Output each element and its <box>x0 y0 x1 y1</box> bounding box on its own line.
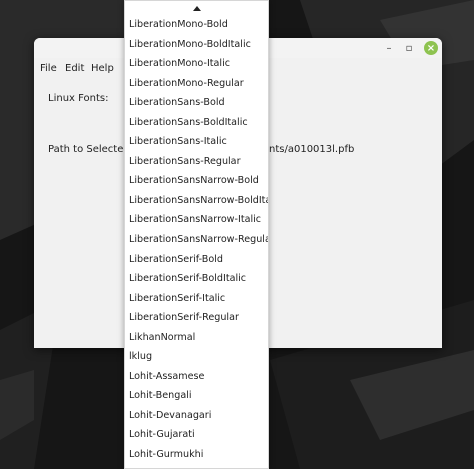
font-option[interactable]: LiberationMono-Regular <box>125 74 268 94</box>
font-option[interactable]: Lohit-Assamese <box>125 367 268 387</box>
font-option[interactable]: LiberationSerif-Italic <box>125 289 268 309</box>
font-option[interactable]: LiberationMono-BoldItalic <box>125 35 268 55</box>
font-option[interactable]: LiberationSerif-BoldItalic <box>125 269 268 289</box>
font-option[interactable]: LiberationMono-Italic <box>125 54 268 74</box>
font-option[interactable]: LiberationSans-Regular <box>125 152 268 172</box>
font-option[interactable]: lklug <box>125 347 268 367</box>
font-option[interactable]: Lohit-Gujarati <box>125 425 268 445</box>
font-option[interactable]: Lohit-Devanagari <box>125 406 268 426</box>
dropdown-options: LiberationMono-Bold LiberationMono-BoldIt… <box>125 15 268 465</box>
font-option[interactable]: LiberationSerif-Bold <box>125 250 268 270</box>
minimize-icon[interactable]: – <box>382 41 396 55</box>
font-option[interactable]: LiberationSansNarrow-Italic <box>125 210 268 230</box>
close-icon[interactable]: × <box>424 41 438 55</box>
font-dropdown-list[interactable]: LiberationMono-Bold LiberationMono-BoldIt… <box>124 0 269 469</box>
font-option[interactable]: LiberationSans-Italic <box>125 132 268 152</box>
font-option[interactable]: LikhanNormal <box>125 328 268 348</box>
font-option[interactable]: LiberationSans-Bold <box>125 93 268 113</box>
menu-edit[interactable]: Edit <box>65 63 84 74</box>
menu-file[interactable]: File <box>40 63 57 74</box>
font-option[interactable]: Lohit-Bengali <box>125 386 268 406</box>
font-option[interactable]: LiberationSerif-Regular <box>125 308 268 328</box>
font-option[interactable]: LiberationSansNarrow-Regular <box>125 230 268 250</box>
path-value: nts/a010013l.pfb <box>269 144 355 155</box>
font-option[interactable]: LiberationSansNarrow-Bold <box>125 171 268 191</box>
font-option[interactable]: LiberationSans-BoldItalic <box>125 113 268 133</box>
maximize-icon[interactable]: ▫ <box>402 41 416 55</box>
font-option[interactable]: Lohit-Gurmukhi <box>125 445 268 465</box>
font-option[interactable]: LiberationMono-Bold <box>125 15 268 35</box>
scroll-up-button[interactable] <box>125 1 268 15</box>
triangle-up-icon <box>192 5 201 11</box>
menu-help[interactable]: Help <box>91 63 114 74</box>
font-option[interactable]: LiberationSansNarrow-BoldItalic <box>125 191 268 211</box>
linux-fonts-label: Linux Fonts: <box>48 93 109 104</box>
